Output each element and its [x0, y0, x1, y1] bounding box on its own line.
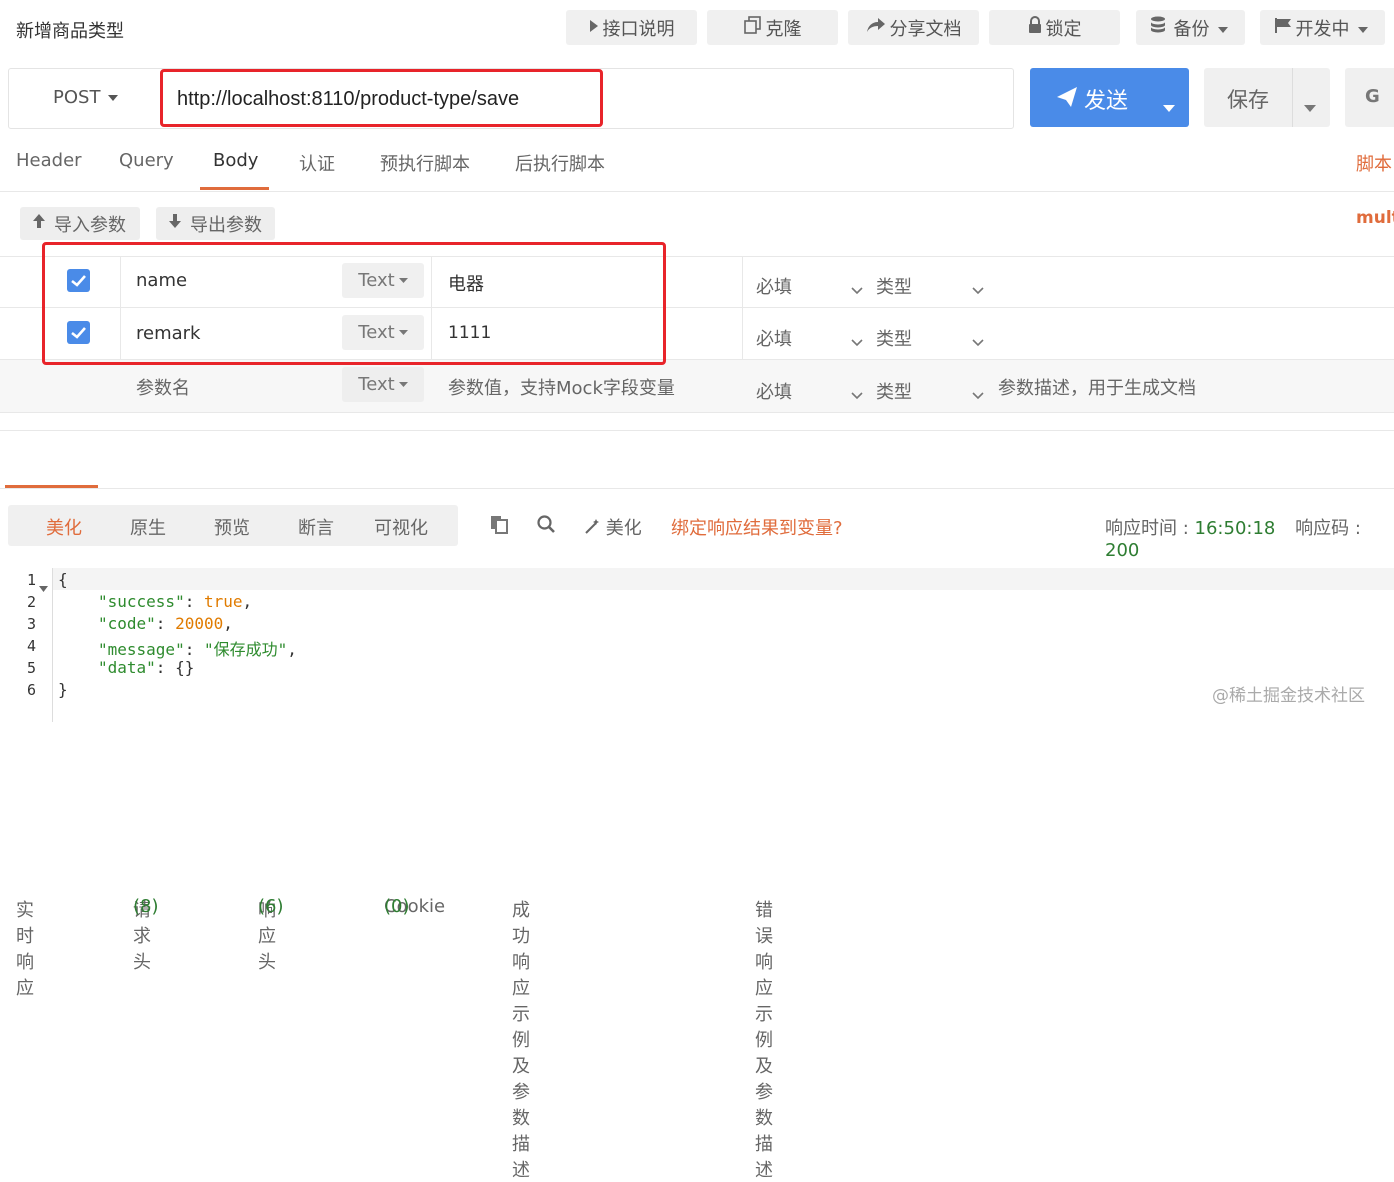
search-icon[interactable] — [537, 515, 555, 538]
chevron-down-icon[interactable] — [972, 332, 984, 351]
datatype-select[interactable]: 类型 — [876, 378, 912, 404]
lock-button[interactable]: 锁定 — [989, 10, 1120, 45]
view-mode-assert[interactable]: 断言 — [298, 514, 334, 540]
tab-body[interactable]: Body — [213, 150, 258, 171]
lock-icon — [1028, 16, 1046, 39]
view-mode-switch: 美化 原生 预览 断言 可视化 — [8, 505, 458, 546]
required-select[interactable]: 必填 — [756, 378, 792, 404]
response-time-value: 16:50:18 — [1194, 518, 1276, 539]
fold-toggle-icon[interactable] — [39, 577, 48, 596]
divider — [0, 191, 1394, 192]
clone-button[interactable]: 克隆 — [707, 10, 838, 45]
response-editor[interactable]: 1 2 3 4 5 6 { "success": true, "code": 2… — [0, 568, 1394, 722]
tab-pre-script[interactable]: 预执行脚本 — [380, 150, 470, 176]
new-param-row: 参数名 Text 参数值，支持Mock字段变量 必填 类型 参数描述，用于生成文… — [0, 360, 1394, 412]
view-mode-preview[interactable]: 预览 — [214, 514, 250, 540]
flag-icon — [1274, 17, 1296, 38]
tab-auth[interactable]: 认证 — [299, 150, 335, 176]
import-params-button[interactable]: 导入参数 — [20, 207, 140, 240]
save-button[interactable]: 保存 — [1204, 68, 1330, 127]
send-options-caret-icon[interactable] — [1163, 93, 1175, 118]
param-value-placeholder[interactable]: 参数值，支持Mock字段变量 — [448, 374, 675, 400]
share-doc-button[interactable]: 分享文档 — [848, 10, 979, 45]
share-icon — [866, 17, 890, 38]
status-dropdown[interactable]: 开发中 — [1260, 10, 1385, 45]
beautify-button[interactable]: 美化 — [584, 514, 642, 540]
send-button[interactable]: 发送 — [1030, 68, 1189, 127]
caret-down-icon — [1357, 17, 1372, 38]
extra-button[interactable]: G — [1345, 68, 1394, 127]
chevron-down-icon[interactable] — [851, 280, 863, 299]
arrow-down-icon — [168, 213, 190, 234]
view-mode-visualize[interactable]: 可视化 — [374, 514, 428, 540]
param-desc-placeholder[interactable]: 参数描述，用于生成文档 — [998, 374, 1196, 400]
backup-dropdown[interactable]: 备份 — [1136, 10, 1245, 45]
tab-query[interactable]: Query — [119, 150, 174, 171]
url-highlight-box — [160, 69, 603, 127]
caret-down-icon — [106, 87, 119, 108]
database-icon — [1150, 16, 1170, 39]
chevron-down-icon[interactable] — [851, 332, 863, 351]
save-options-caret-icon[interactable] — [1304, 93, 1316, 117]
send-icon — [1056, 86, 1078, 114]
method-select[interactable]: POST — [53, 87, 119, 108]
datatype-select[interactable]: 类型 — [876, 273, 912, 299]
param-name-placeholder[interactable]: 参数名 — [136, 374, 190, 400]
tab-header[interactable]: Header — [16, 150, 82, 171]
caret-down-icon — [1217, 17, 1232, 38]
api-doc-button[interactable]: 接口说明 — [566, 10, 697, 45]
play-icon — [589, 17, 603, 38]
page-title: 新增商品类型 — [16, 21, 124, 42]
tab-post-script[interactable]: 后执行脚本 — [515, 150, 605, 176]
arrow-up-icon — [32, 213, 54, 234]
body-mode-label[interactable]: mult — [1356, 208, 1394, 228]
export-params-button[interactable]: 导出参数 — [156, 207, 275, 240]
divider — [0, 430, 1394, 431]
copy-icon — [743, 16, 766, 39]
response-code-value: 200 — [1105, 540, 1140, 561]
active-line — [52, 568, 1394, 590]
required-select[interactable]: 必填 — [756, 325, 792, 351]
script-link[interactable]: 脚本 — [1356, 150, 1392, 176]
datatype-select[interactable]: 类型 — [876, 325, 912, 351]
chevron-down-icon[interactable] — [851, 385, 863, 404]
divider — [1292, 68, 1293, 127]
watermark: @稀土掘金技术社区 — [1212, 686, 1365, 706]
chevron-down-icon[interactable] — [972, 280, 984, 299]
bind-response-link[interactable]: 绑定响应结果到变量? — [671, 514, 843, 540]
required-select[interactable]: 必填 — [756, 273, 792, 299]
view-mode-raw[interactable]: 原生 — [130, 514, 166, 540]
view-mode-beautify[interactable]: 美化 — [46, 514, 82, 540]
divider — [52, 568, 53, 722]
divider — [0, 412, 1394, 413]
magic-wand-icon — [584, 518, 600, 539]
active-tab-indicator — [200, 187, 269, 190]
copy-icon[interactable] — [490, 515, 508, 538]
line-gutter: 1 2 3 4 5 6 — [0, 568, 50, 722]
chevron-down-icon[interactable] — [972, 385, 984, 404]
response-meta: 响应时间 : 16:50:18 响应码 : 200 — [1105, 518, 1361, 561]
params-highlight-box — [42, 242, 666, 365]
param-type-select[interactable]: Text — [342, 367, 424, 402]
divider — [0, 488, 1394, 489]
